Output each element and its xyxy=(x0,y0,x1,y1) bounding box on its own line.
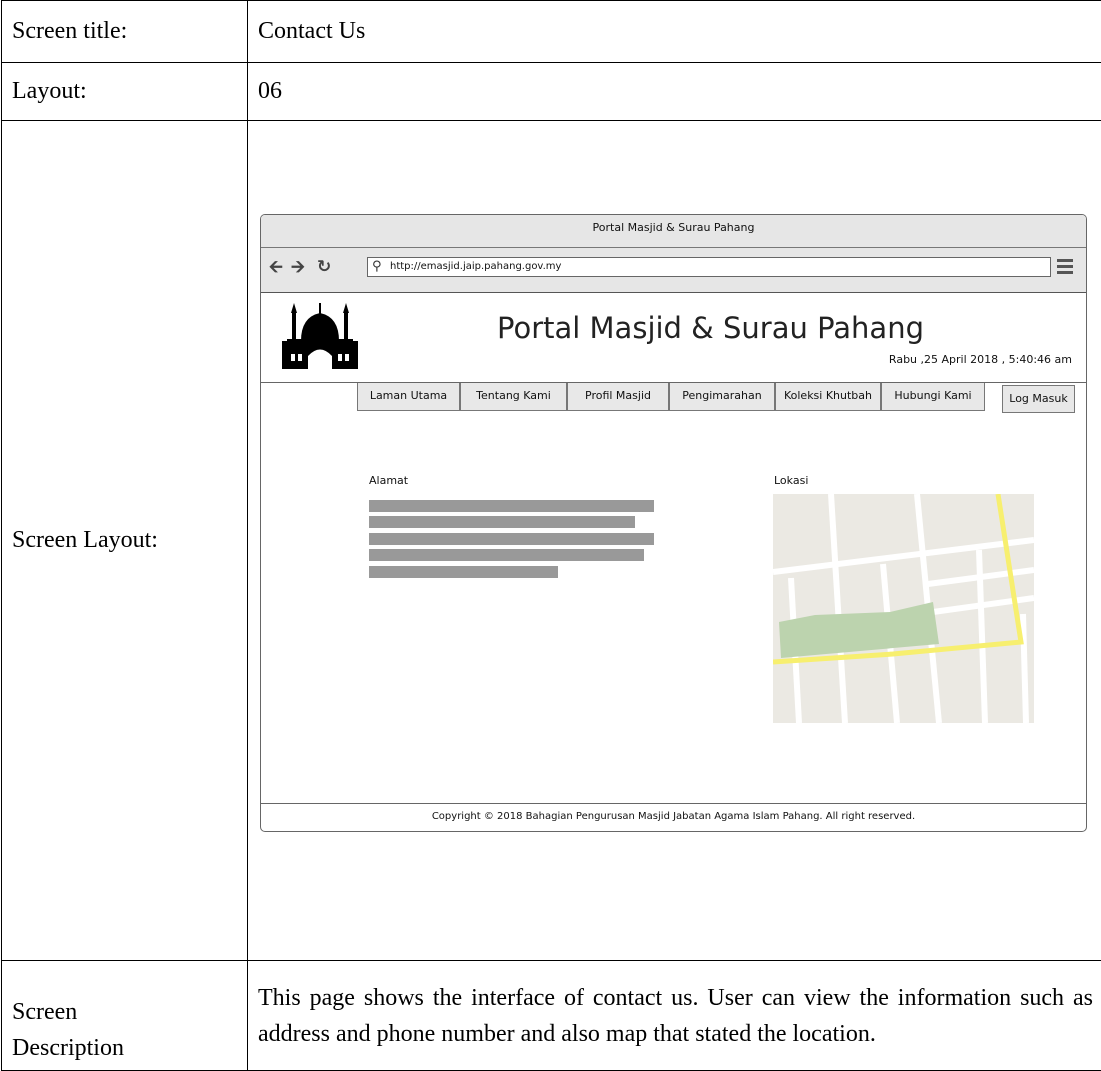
hamburger-menu-icon[interactable] xyxy=(1057,259,1073,275)
address-line xyxy=(369,500,654,512)
screen-layout-label: Screen Layout: xyxy=(2,121,248,961)
address-line xyxy=(369,533,654,545)
tab-laman-utama[interactable]: Laman Utama xyxy=(357,383,460,411)
arrow-left-icon[interactable]: 🡨 xyxy=(269,257,283,277)
row-screen-description: Screen Description This page shows the i… xyxy=(2,961,1101,1071)
footer-divider xyxy=(261,803,1086,804)
login-button[interactable]: Log Masuk xyxy=(1002,385,1075,413)
footer-copyright: Copyright © 2018 Bahagian Pengurusan Mas… xyxy=(261,811,1086,822)
current-datetime: Rabu ,25 April 2018 , 5:40:46 am xyxy=(889,353,1072,366)
row-layout: Layout: 06 xyxy=(2,63,1101,121)
location-label: Lokasi xyxy=(774,474,808,487)
url-text: http://emasjid.jaip.pahang.gov.my xyxy=(390,261,561,272)
address-line xyxy=(369,516,635,528)
row-screen-title: Screen title: Contact Us xyxy=(2,1,1101,63)
browser-titlebar: Portal Masjid & Surau Pahang xyxy=(261,215,1086,248)
description-label-line1: Screen xyxy=(12,994,237,1030)
screen-title-label: Screen title: xyxy=(2,1,248,63)
site-title: Portal Masjid & Surau Pahang xyxy=(497,311,924,345)
screen-description-label: Screen Description xyxy=(2,961,248,1071)
address-line xyxy=(369,549,644,561)
tab-pengimarahan[interactable]: Pengimarahan xyxy=(669,383,775,411)
location-map[interactable] xyxy=(773,494,1034,723)
layout-value: 06 xyxy=(248,63,1101,121)
address-line xyxy=(369,566,558,578)
map-graphic xyxy=(773,494,1034,723)
screen-description-text: This page shows the interface of contact… xyxy=(248,961,1101,1071)
description-label-line2: Description xyxy=(12,1030,237,1066)
screen-title-value: Contact Us xyxy=(248,1,1101,63)
browser-mockup: Portal Masjid & Surau Pahang 🡨 🡪 ↻ ⚲ htt… xyxy=(260,214,1087,832)
browser-toolbar: 🡨 🡪 ↻ ⚲ http://emasjid.jaip.pahang.gov.m… xyxy=(261,248,1086,293)
arrow-right-icon[interactable]: 🡪 xyxy=(291,257,305,277)
reload-icon[interactable]: ↻ xyxy=(317,257,331,277)
tab-tentang-kami[interactable]: Tentang Kami xyxy=(460,383,567,411)
tab-hubungi-kami[interactable]: Hubungi Kami xyxy=(881,383,985,411)
search-icon: ⚲ xyxy=(372,258,382,276)
url-bar[interactable]: ⚲ http://emasjid.jaip.pahang.gov.my xyxy=(367,257,1051,277)
tab-profil-masjid[interactable]: Profil Masjid xyxy=(567,383,669,411)
mosque-icon xyxy=(279,299,359,371)
tab-koleksi-khutbah[interactable]: Koleksi Khutbah xyxy=(775,383,881,411)
address-label: Alamat xyxy=(369,474,408,487)
layout-label: Layout: xyxy=(2,63,248,121)
